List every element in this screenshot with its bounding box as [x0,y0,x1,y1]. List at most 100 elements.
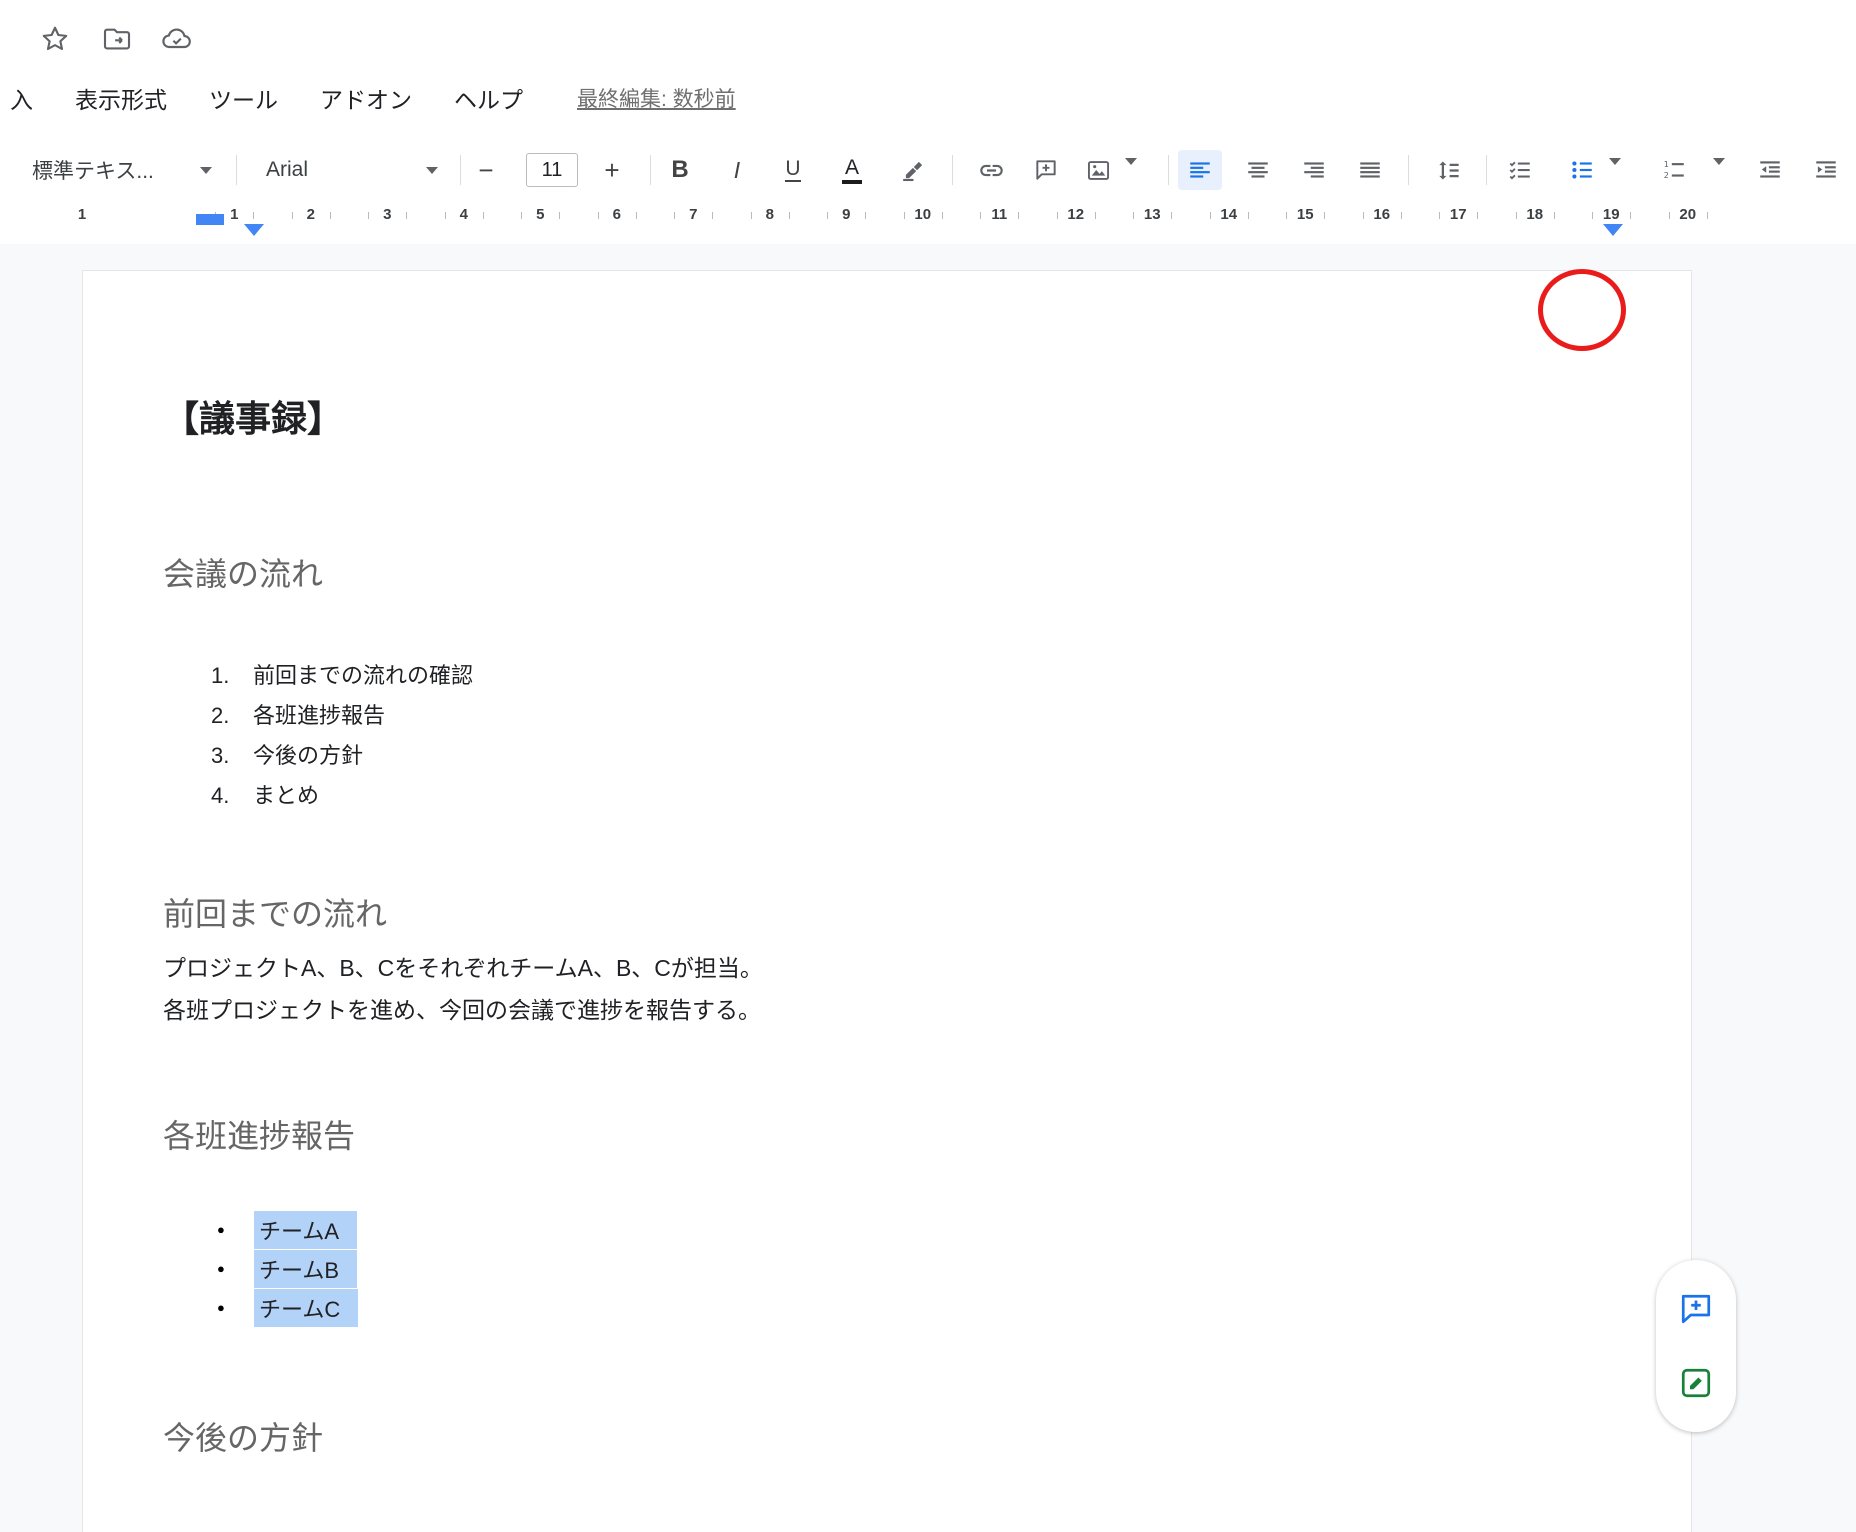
text-color-button[interactable]: A [830,150,874,190]
doc-paragraphs: プロジェクトA、B、CをそれぞれチームA、B、Cが担当。 各班プロジェクトを進め… [163,947,1611,1031]
decrease-font-size-button[interactable]: − [466,150,506,190]
doc-heading-previous[interactable]: 前回までの流れ [163,895,1611,933]
list-text: 各班進捗報告 [253,696,385,736]
left-indent-marker[interactable] [244,224,264,236]
first-line-indent-marker[interactable] [196,214,224,225]
menu-format[interactable]: 表示形式 [71,79,171,117]
increase-font-size-button[interactable]: + [592,150,632,190]
bullet-icon: ● [217,1222,259,1237]
svg-text:1: 1 [1664,159,1669,169]
ruler-number: 18 [1497,200,1574,230]
insert-link-button[interactable] [969,150,1013,190]
align-justify-button[interactable] [1348,150,1392,190]
insert-image-menu-arrow[interactable] [1122,158,1140,182]
align-center-icon [1245,157,1271,183]
underline-icon: U [785,158,800,182]
doc-heading-progress[interactable]: 各班進捗報告 [163,1117,1611,1155]
list-number: 4. [211,776,253,816]
floating-suggest-edit-button[interactable] [1672,1359,1720,1407]
underline-button[interactable]: U [771,150,815,190]
doc-heading-agenda[interactable]: 会議の流れ [163,555,1611,593]
italic-button[interactable]: I [715,150,759,190]
toolbar-divider [1168,155,1169,185]
toolbar-divider [460,155,461,185]
right-indent-marker[interactable] [1603,224,1623,236]
ruler-number: 8 [732,200,809,230]
ruler-margin-label: 1 [72,206,92,223]
list-item[interactable]: 2. 各班進捗報告 [211,696,1611,736]
decrease-indent-button[interactable] [1748,150,1792,190]
list-item[interactable]: ● チームB [217,1249,1611,1288]
bulleted-list-button[interactable] [1560,150,1604,190]
ruler-number: 2 [273,200,350,230]
toolbar-divider [1408,155,1409,185]
align-justify-icon [1357,157,1383,183]
list-item[interactable]: ● チームC [217,1288,1611,1327]
floating-add-comment-button[interactable] [1672,1285,1720,1333]
selected-text: チームC [254,1289,358,1327]
list-item[interactable]: 3. 今後の方針 [211,736,1611,776]
paragraph-style-dropdown[interactable]: 標準テキス... [18,150,222,190]
ruler-number: 20 [1650,200,1727,230]
increase-indent-button[interactable] [1804,150,1848,190]
checklist-icon [1507,157,1533,183]
document-page[interactable]: 【議事録】 会議の流れ 1. 前回までの流れの確認 2. 各班進捗報告 3. 今… [82,270,1692,1532]
list-number: 3. [211,736,253,776]
list-item[interactable]: ● チームA [217,1210,1611,1249]
highlighter-icon [901,157,927,183]
ruler-number: 14 [1191,200,1268,230]
bulleted-list-menu-arrow[interactable] [1606,158,1624,182]
bold-button[interactable]: B [658,150,702,190]
last-edit-link[interactable]: 最終編集: 数秒前 [577,83,736,113]
align-left-button[interactable] [1178,150,1222,190]
chevron-down-icon [1609,158,1621,165]
image-icon [1085,157,1112,184]
align-right-icon [1301,157,1327,183]
ruler-number: 4 [426,200,503,230]
insert-image-button[interactable] [1076,150,1120,190]
ruler-number: 13 [1114,200,1191,230]
star-icon[interactable] [38,22,72,56]
align-center-button[interactable] [1236,150,1280,190]
outdent-icon [1757,157,1783,183]
highlight-color-button[interactable] [892,150,936,190]
line-spacing-button[interactable] [1426,150,1470,190]
list-item[interactable]: 4. まとめ [211,776,1611,816]
align-right-button[interactable] [1292,150,1336,190]
font-size-input[interactable]: 11 [526,153,578,187]
font-family-dropdown[interactable]: Arial [252,150,448,190]
menu-help[interactable]: ヘルプ [450,79,527,117]
team-bulleted-list: ● チームA ● チームB ● チームC [163,1210,1611,1327]
list-text: まとめ [253,776,319,816]
floating-action-bar [1656,1260,1736,1432]
paragraph-style-value: 標準テキス... [32,155,154,185]
line-spacing-icon [1435,157,1462,184]
list-item[interactable]: 1. 前回までの流れの確認 [211,656,1611,696]
move-to-folder-icon[interactable] [100,22,134,56]
ruler-number: 3 [349,200,426,230]
numbered-list-button[interactable]: 12 [1652,150,1696,190]
italic-icon: I [734,157,740,184]
menu-tools[interactable]: ツール [205,79,282,117]
list-number: 2. [211,696,253,736]
doc-paragraph[interactable]: 各班プロジェクトを進め、今回の会議で進捗を報告する。 [163,989,1611,1031]
doc-heading-future[interactable]: 今後の方針 [163,1419,1611,1457]
toolbar-divider [650,155,651,185]
chevron-down-icon [1713,158,1725,165]
ruler-number: 11 [961,200,1038,230]
bold-icon: B [671,156,688,184]
numbered-list-menu-arrow[interactable] [1710,158,1728,182]
toolbar-divider [1486,155,1487,185]
cloud-status-icon[interactable] [160,22,194,56]
menu-addons[interactable]: アドオン [316,79,416,117]
add-comment-button[interactable] [1024,150,1068,190]
chevron-down-icon [1125,158,1137,165]
numbered-list-icon: 12 [1661,157,1687,183]
menu-insert-partial[interactable]: 入 [6,79,37,117]
chevron-down-icon [426,167,438,174]
document-content: 【議事録】 会議の流れ 1. 前回までの流れの確認 2. 各班進捗報告 3. 今… [83,271,1691,1457]
doc-title[interactable]: 【議事録】 [163,397,1611,441]
checklist-button[interactable] [1498,150,1542,190]
toolbar-divider [952,155,953,185]
doc-paragraph[interactable]: プロジェクトA、B、CをそれぞれチームA、B、Cが担当。 [163,947,1611,989]
